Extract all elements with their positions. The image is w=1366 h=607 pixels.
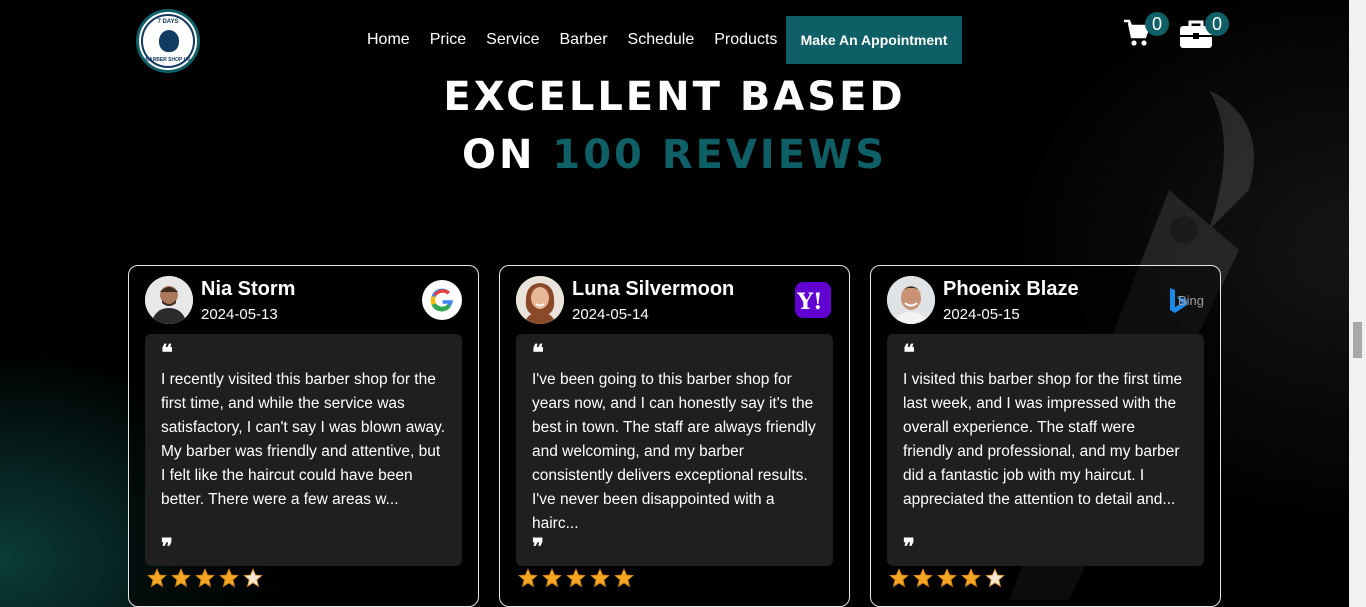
logo-text-top: 7 DAYS: [157, 19, 179, 25]
quote-open-icon: ❝: [532, 340, 544, 366]
quote-close-icon: ❞: [532, 534, 544, 560]
reviewer-name: Phoenix Blaze: [943, 278, 1079, 300]
scrollbar-track[interactable]: [1349, 0, 1366, 607]
review-quote-box: ❝ I've been going to this barber shop fo…: [516, 334, 833, 566]
bag-count-badge: 0: [1205, 12, 1229, 36]
rating-stars: [518, 568, 634, 588]
avatar: [887, 276, 935, 324]
quote-close-icon: ❞: [903, 534, 915, 560]
bing-icon: Bing: [1170, 288, 1204, 313]
star-filled-icon: [147, 568, 167, 588]
star-filled-icon: [961, 568, 981, 588]
star-filled-icon: [937, 568, 957, 588]
nav-service[interactable]: Service: [486, 30, 539, 50]
nav-home[interactable]: Home: [367, 30, 410, 50]
star-filled-icon: [889, 568, 909, 588]
review-quote-box: ❝ I visited this barber shop for the fir…: [887, 334, 1204, 566]
yahoo-icon: Y!: [795, 282, 831, 318]
star-empty-icon: [243, 568, 263, 588]
review-date: 2024-05-15: [943, 306, 1020, 323]
quote-open-icon: ❝: [161, 340, 173, 366]
review-quote-box: ❝ I recently visited this barber shop fo…: [145, 334, 462, 566]
brand-logo[interactable]: 7 DAYS BARBER SHOP US: [136, 9, 200, 73]
reviewer-name: Nia Storm: [201, 278, 296, 300]
review-text: I recently visited this barber shop for …: [161, 371, 446, 508]
logo-text-bottom: BARBER SHOP US: [145, 57, 191, 63]
reviews-heading-line2: ON 100 REVIEWS: [0, 132, 1349, 178]
rating-stars: [147, 568, 263, 588]
avatar: [516, 276, 564, 324]
star-filled-icon: [566, 568, 586, 588]
avatar: [145, 276, 193, 324]
yahoo-label: Y!: [796, 289, 822, 315]
quote-open-icon: ❝: [903, 340, 915, 366]
star-filled-icon: [171, 568, 191, 588]
page-background: 7 DAYS BARBER SHOP US Home Price Service…: [0, 0, 1349, 607]
nav-schedule[interactable]: Schedule: [628, 30, 695, 50]
google-icon: [422, 280, 462, 320]
review-text: I've been going to this barber shop for …: [532, 371, 816, 532]
review-date: 2024-05-13: [201, 306, 278, 323]
reviews-heading-line1: EXCELLENT BASED: [443, 74, 906, 120]
make-appointment-button[interactable]: Make An Appointment: [786, 16, 962, 64]
review-card: Nia Storm 2024-05-13 ❝ I recently visite…: [128, 265, 479, 607]
nav-barber[interactable]: Barber: [560, 30, 608, 50]
review-text: I visited this barber shop for the first…: [903, 371, 1183, 508]
logo-emblem: 7 DAYS BARBER SHOP US: [141, 14, 195, 68]
star-filled-icon: [913, 568, 933, 588]
reviewer-name: Luna Silvermoon: [572, 278, 735, 300]
star-filled-icon: [590, 568, 610, 588]
bing-label: Bing: [1178, 293, 1204, 308]
heading-prefix: ON: [461, 132, 536, 178]
main-nav: Home Price Service Barber Schedule Produ…: [367, 30, 797, 50]
nav-products[interactable]: Products: [714, 30, 777, 50]
star-empty-icon: [985, 568, 1005, 588]
cart-count-badge: 0: [1145, 12, 1169, 36]
star-filled-icon: [195, 568, 215, 588]
scrollbar-thumb[interactable]: [1353, 322, 1362, 358]
heading-highlight: 100 REVIEWS: [552, 132, 888, 178]
nav-price[interactable]: Price: [430, 30, 466, 50]
review-date: 2024-05-14: [572, 306, 649, 323]
review-card: Luna Silvermoon 2024-05-14 Y! ❝ I've bee…: [499, 265, 850, 607]
star-filled-icon: [518, 568, 538, 588]
barber-face-icon: [159, 30, 179, 52]
review-card: Phoenix Blaze 2024-05-15 Bing ❝ I visite…: [870, 265, 1221, 607]
quote-close-icon: ❞: [161, 534, 173, 560]
star-filled-icon: [542, 568, 562, 588]
star-filled-icon: [219, 568, 239, 588]
rating-stars: [889, 568, 1005, 588]
star-filled-icon: [614, 568, 634, 588]
